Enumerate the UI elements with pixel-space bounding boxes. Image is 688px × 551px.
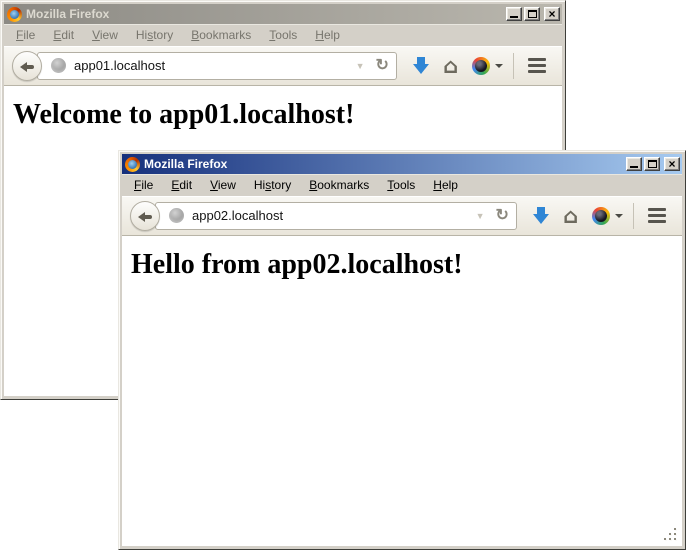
back-button[interactable] [12, 51, 42, 81]
download-arrow-icon [413, 57, 429, 74]
reload-button[interactable]: ↻ [376, 58, 389, 74]
back-button[interactable] [130, 201, 160, 231]
menu-item-tools[interactable]: Tools [378, 176, 424, 194]
back-arrow-icon [138, 212, 153, 222]
minimize-button[interactable] [506, 7, 522, 21]
search-engine-button[interactable] [585, 207, 630, 225]
page-heading: Welcome to app01.localhost! [13, 99, 562, 131]
close-icon: × [545, 8, 559, 20]
toolbar-separator [513, 53, 514, 79]
search-dropdown-caret-icon [495, 64, 503, 68]
menu-button[interactable] [521, 57, 553, 75]
search-engine-button[interactable] [465, 57, 510, 75]
url-bar[interactable]: app02.localhost ▼ ↻ [155, 202, 517, 230]
url-text: app01.localhost [74, 58, 356, 73]
url-text: app02.localhost [192, 208, 476, 223]
navigation-toolbar: app01.localhost ▼ ↻ ⌂ [4, 46, 562, 86]
toolbar-separator [633, 203, 634, 229]
maximize-icon [648, 160, 657, 168]
menu-bar: File Edit View History Bookmarks Tools H… [4, 24, 562, 46]
search-dropdown-caret-icon [615, 214, 623, 218]
menu-item-view[interactable]: View [201, 176, 245, 194]
hamburger-icon [528, 58, 546, 61]
window-title: Mozilla Firefox [26, 7, 504, 21]
maximize-icon [528, 10, 537, 18]
close-button[interactable]: × [664, 157, 680, 171]
minimize-icon [630, 166, 638, 168]
menu-item-tools[interactable]: Tools [260, 26, 306, 44]
home-button[interactable]: ⌂ [556, 206, 585, 226]
home-icon: ⌂ [563, 206, 578, 226]
page-heading: Hello from app02.localhost! [131, 249, 682, 281]
menu-item-bookmarks[interactable]: Bookmarks [182, 26, 260, 44]
menu-item-file[interactable]: File [125, 176, 162, 194]
menu-item-bookmarks[interactable]: Bookmarks [300, 176, 378, 194]
firefox-window-app02: Mozilla Firefox × File Edit View History… [118, 150, 686, 550]
menu-item-view[interactable]: View [83, 26, 127, 44]
download-arrow-icon [533, 207, 549, 224]
navigation-toolbar: app02.localhost ▼ ↻ ⌂ [122, 196, 682, 236]
maximize-button[interactable] [524, 7, 540, 21]
close-button[interactable]: × [544, 7, 560, 21]
firefox-icon [7, 7, 22, 22]
back-arrow-icon [20, 62, 35, 72]
menu-item-history[interactable]: History [127, 26, 182, 44]
home-button[interactable]: ⌂ [436, 56, 465, 76]
globe-icon [169, 208, 184, 223]
menu-item-help[interactable]: Help [306, 26, 349, 44]
menu-item-edit[interactable]: Edit [44, 26, 83, 44]
menu-item-edit[interactable]: Edit [162, 176, 201, 194]
close-icon: × [665, 158, 679, 170]
globe-icon [51, 58, 66, 73]
maximize-button[interactable] [644, 157, 660, 171]
google-search-icon [472, 57, 490, 75]
downloads-button[interactable] [406, 57, 436, 74]
menu-item-help[interactable]: Help [424, 176, 467, 194]
urlbar-dropdown-icon[interactable]: ▼ [476, 211, 485, 221]
url-bar[interactable]: app01.localhost ▼ ↻ [37, 52, 397, 80]
resize-grip[interactable] [663, 528, 677, 542]
minimize-button[interactable] [626, 157, 642, 171]
page-content: Hello from app02.localhost! [122, 236, 682, 546]
minimize-icon [510, 16, 518, 18]
menu-item-file[interactable]: File [7, 26, 44, 44]
desktop: Mozilla Firefox × File Edit View History… [0, 0, 688, 551]
firefox-icon [125, 157, 140, 172]
reload-button[interactable]: ↻ [496, 208, 509, 224]
menu-item-history[interactable]: History [245, 176, 300, 194]
titlebar[interactable]: Mozilla Firefox × [122, 154, 682, 174]
downloads-button[interactable] [526, 207, 556, 224]
google-search-icon [592, 207, 610, 225]
menu-bar: File Edit View History Bookmarks Tools H… [122, 174, 682, 196]
hamburger-icon [648, 208, 666, 211]
home-icon: ⌂ [443, 56, 458, 76]
menu-button[interactable] [641, 207, 673, 225]
window-title: Mozilla Firefox [144, 157, 624, 171]
titlebar[interactable]: Mozilla Firefox × [4, 4, 562, 24]
urlbar-dropdown-icon[interactable]: ▼ [356, 61, 365, 71]
